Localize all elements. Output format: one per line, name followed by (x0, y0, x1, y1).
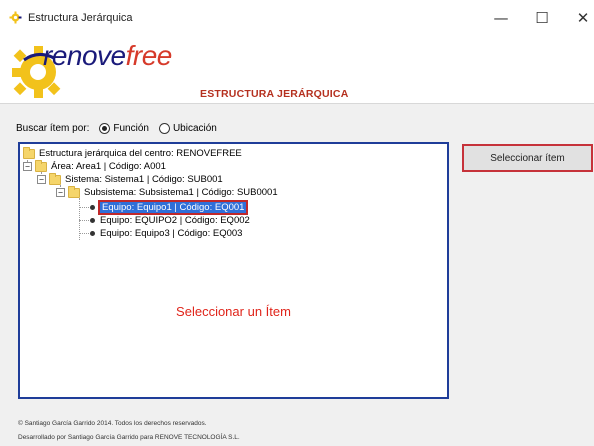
folder-icon (49, 172, 61, 185)
minimize-button[interactable]: — (478, 0, 524, 36)
tree-node-label: Equipo: EQUIPO2 | Código: EQ002 (100, 215, 250, 226)
tree-connector (79, 207, 89, 208)
tree-node-root[interactable]: Estructura jerárquica del centro: RENOVE… (23, 146, 242, 160)
radio-ubicacion-icon[interactable] (158, 123, 170, 134)
search-options: Buscar ítem por: Función Ubicación (16, 123, 217, 134)
logo-free: free (125, 40, 173, 71)
tree-node-area[interactable]: − Área: Area1 | Código: A001 (23, 159, 166, 173)
page-title: ESTRUCTURA JERÁRQUICA (200, 88, 349, 100)
collapse-icon[interactable]: − (23, 162, 32, 171)
logo-renove: renove (43, 40, 126, 71)
title-bar: Estructura Jerárquica — ☐ ✕ (0, 0, 594, 36)
tree-connector (79, 220, 89, 221)
radio-funcion-icon[interactable] (99, 123, 111, 134)
close-button[interactable]: ✕ (560, 0, 594, 36)
folder-icon (23, 146, 35, 159)
select-item-hint: Seleccionar un Ítem (176, 304, 291, 319)
bullet-icon (90, 218, 95, 223)
maximize-button[interactable]: ☐ (519, 0, 565, 36)
collapse-icon[interactable]: − (37, 175, 46, 184)
radio-ubicacion[interactable]: Ubicación (158, 123, 217, 134)
tree-node-equipo3[interactable]: Equipo: Equipo3 | Código: EQ003 (90, 227, 242, 240)
hierarchy-tree[interactable]: Estructura jerárquica del centro: RENOVE… (18, 142, 449, 399)
search-label: Buscar ítem por: (16, 123, 90, 134)
radio-funcion-label: Función (113, 123, 149, 134)
tree-node-label-selected: Equipo: Equipo1 | Código: EQ001 (97, 200, 249, 215)
logo-text: renovefree (43, 40, 172, 72)
app-header: renovefree ESTRUCTURA JERÁRQUICA (0, 36, 594, 104)
tree-node-equipo1[interactable]: Equipo: Equipo1 | Código: EQ001 (90, 200, 249, 215)
select-item-button[interactable]: Seleccionar ítem (462, 144, 593, 172)
bullet-icon (90, 231, 95, 236)
radio-ubicacion-label: Ubicación (172, 123, 217, 134)
copyright-text: © Santiago García Garrido 2014. Todos lo… (18, 420, 207, 427)
tree-node-label: Subsistema: Subsistema1 | Código: SUB000… (84, 187, 278, 198)
tree-connector (79, 233, 89, 234)
folder-icon (68, 185, 80, 198)
tree-node-label: Equipo: Equipo3 | Código: EQ003 (100, 228, 243, 239)
app-icon (9, 11, 22, 24)
tree-node-equipo2[interactable]: Equipo: EQUIPO2 | Código: EQ002 (90, 214, 250, 227)
tree-node-subsistema[interactable]: − Subsistema: Subsistema1 | Código: SUB0… (56, 185, 278, 199)
tree-node-label: Área: Area1 | Código: A001 (51, 161, 166, 172)
tree-node-sistema[interactable]: − Sistema: Sistema1 | Código: SUB001 (37, 172, 223, 186)
tree-node-label: Estructura jerárquica del centro: RENOVE… (39, 148, 242, 159)
folder-icon (35, 159, 47, 172)
bullet-icon (90, 205, 95, 210)
tree-node-label: Sistema: Sistema1 | Código: SUB001 (65, 174, 223, 185)
radio-funcion[interactable]: Función (99, 123, 149, 134)
collapse-icon[interactable]: − (56, 188, 65, 197)
developer-text: Desarrollado por Santiago García Garrido… (18, 434, 240, 441)
window-title: Estructura Jerárquica (28, 12, 133, 24)
